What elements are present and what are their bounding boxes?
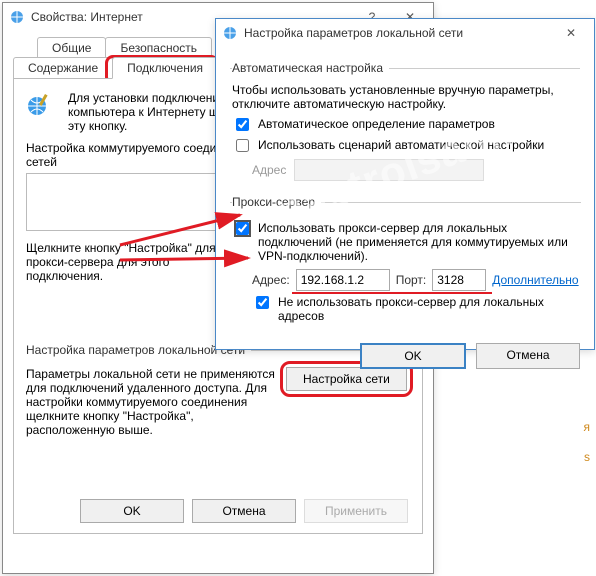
- script-address-input: [294, 159, 484, 181]
- auto-config-text: Чтобы использовать установленные вручную…: [232, 83, 578, 111]
- proxy-legend: Прокси-сервер: [232, 195, 321, 209]
- auto-detect-checkbox[interactable]: [236, 118, 249, 131]
- lan-cancel-button[interactable]: Отмена: [476, 343, 580, 369]
- lan-ok-button[interactable]: OK: [360, 343, 466, 369]
- auto-detect-label: Автоматическое определение параметров: [258, 117, 495, 131]
- use-script-label: Использовать сценарий автоматической нас…: [258, 138, 544, 152]
- use-script-row[interactable]: Использовать сценарий автоматической нас…: [232, 138, 578, 155]
- lan-settings-window: Настройка параметров локальной сети ✕ Ав…: [215, 18, 595, 350]
- tab-security[interactable]: Безопасность: [105, 37, 212, 58]
- side-link-2: s: [584, 450, 590, 464]
- tab-content[interactable]: Содержание: [13, 57, 113, 79]
- bypass-local-row[interactable]: Не использовать прокси-сервер для локаль…: [252, 295, 579, 323]
- dialog-buttons: OK Отмена Применить: [80, 499, 408, 523]
- proxy-hint-text: Щелкните кнопку "Настройка" для прокси-с…: [26, 241, 246, 283]
- auto-config-group: Автоматическая настройка Чтобы использов…: [230, 61, 580, 187]
- internet-options-icon: [222, 25, 238, 41]
- use-proxy-row[interactable]: Использовать прокси-сервер для локальных…: [232, 221, 579, 263]
- lan-dialog-buttons: OK Отмена: [230, 343, 580, 369]
- lan-titlebar[interactable]: Настройка параметров локальной сети ✕: [216, 19, 594, 47]
- proxy-port-input[interactable]: [432, 269, 486, 291]
- use-proxy-label: Использовать прокси-сервер для локальных…: [258, 221, 579, 263]
- ok-button[interactable]: OK: [80, 499, 184, 523]
- proxy-address-row: Адрес: Порт: Дополнительно: [252, 269, 579, 291]
- auto-detect-row[interactable]: Автоматическое определение параметров: [232, 117, 578, 134]
- highlight-proxy-underline: [292, 292, 492, 294]
- globe-wand-icon: [26, 91, 58, 119]
- bypass-local-checkbox[interactable]: [256, 296, 269, 309]
- tab-connections[interactable]: Подключения: [112, 57, 218, 79]
- use-proxy-checkbox[interactable]: [236, 222, 249, 235]
- lan-close-button[interactable]: ✕: [552, 19, 590, 47]
- side-link-1: я: [584, 420, 591, 434]
- tab-general[interactable]: Общие: [37, 37, 106, 58]
- use-script-checkbox[interactable]: [236, 139, 249, 152]
- internet-options-icon: [9, 9, 25, 25]
- proxy-group: Прокси-сервер Использовать прокси-сервер…: [230, 195, 581, 333]
- lan-window-title: Настройка параметров локальной сети: [244, 26, 552, 40]
- proxy-port-label: Порт:: [396, 273, 427, 287]
- apply-button: Применить: [304, 499, 408, 523]
- proxy-advanced-link[interactable]: Дополнительно: [492, 273, 578, 287]
- script-address-label: Адрес: [252, 163, 286, 177]
- bypass-local-label: Не использовать прокси-сервер для локаль…: [278, 295, 579, 323]
- auto-config-legend: Автоматическая настройка: [232, 61, 389, 75]
- cancel-button[interactable]: Отмена: [192, 499, 296, 523]
- proxy-address-input[interactable]: [296, 269, 390, 291]
- proxy-address-label: Адрес:: [252, 273, 290, 287]
